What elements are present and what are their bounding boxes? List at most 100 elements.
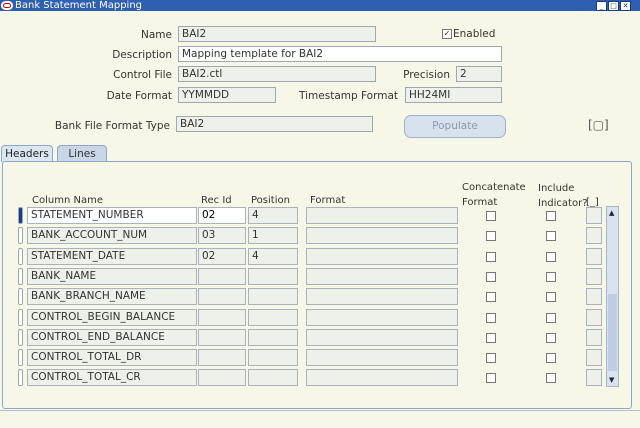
concatenate-format-checkbox[interactable] (486, 313, 496, 323)
row-selector[interactable] (18, 369, 23, 386)
rec-id-cell[interactable]: 03 (198, 227, 246, 244)
row-folder-cell[interactable] (586, 309, 602, 326)
concatenate-format-checkbox[interactable] (486, 292, 496, 302)
column-name-cell[interactable]: CONTROL_TOTAL_CR (27, 369, 197, 386)
date-format-field[interactable]: YYMMDD (178, 87, 276, 103)
name-field[interactable]: BAI2 (178, 26, 376, 42)
description-field[interactable]: Mapping template for BAI2 (178, 46, 502, 62)
format-cell[interactable] (306, 369, 458, 386)
bank-file-format-type-field[interactable]: BAI2 (176, 116, 373, 132)
oracle-icon (1, 1, 13, 10)
include-indicator-checkbox[interactable] (546, 313, 556, 323)
column-name-cell[interactable]: BANK_BRANCH_NAME (27, 288, 197, 305)
position-cell[interactable]: 4 (248, 207, 298, 224)
rec-id-cell[interactable] (198, 309, 246, 326)
scroll-up-icon[interactable]: ▲ (609, 209, 614, 217)
row-folder-cell[interactable] (586, 288, 602, 305)
row-folder-cell[interactable] (586, 369, 602, 386)
timestamp-format-field[interactable]: HH24MI (405, 87, 502, 103)
tab-lines[interactable]: Lines (57, 145, 107, 162)
close-icon[interactable]: ✕ (620, 1, 631, 11)
format-cell[interactable] (306, 227, 458, 244)
concatenate-format-checkbox[interactable] (486, 231, 496, 241)
column-name-cell[interactable]: CONTROL_TOTAL_DR (27, 349, 197, 366)
row-folder-cell[interactable] (586, 207, 602, 224)
concatenate-format-checkbox[interactable] (486, 252, 496, 262)
concatenate-format-checkbox[interactable] (486, 211, 496, 221)
column-name-cell[interactable]: CONTROL_END_BALANCE (27, 329, 197, 346)
description-label: Description (112, 49, 172, 61)
precision-field[interactable]: 2 (456, 66, 502, 82)
row-folder-cell[interactable] (586, 349, 602, 366)
rec-id-cell[interactable] (198, 329, 246, 346)
minimize-icon[interactable]: _ (596, 1, 607, 11)
row-folder-cell[interactable] (586, 329, 602, 346)
tab-headers[interactable]: Headers (1, 145, 53, 162)
include-indicator-checkbox[interactable] (546, 353, 556, 363)
position-header: Position (251, 195, 290, 206)
rec-id-cell[interactable] (198, 369, 246, 386)
enabled-checkbox[interactable]: ✓ (442, 29, 452, 39)
rec-id-cell[interactable]: 02 (198, 207, 246, 224)
concatenate-format-checkbox[interactable] (486, 373, 496, 383)
populate-button[interactable]: Populate (404, 115, 506, 138)
rec-id-cell[interactable]: 02 (198, 248, 246, 265)
scroll-thumb[interactable] (608, 294, 617, 371)
control-file-label: Control File (113, 69, 172, 81)
include-indicator-checkbox[interactable] (546, 373, 556, 383)
format-cell[interactable] (306, 268, 458, 285)
column-name-cell[interactable]: BANK_NAME (27, 268, 197, 285)
rec-id-cell[interactable] (198, 288, 246, 305)
concatenate-format-checkbox[interactable] (486, 353, 496, 363)
position-cell[interactable] (248, 288, 298, 305)
row-selector[interactable] (18, 329, 23, 346)
include-header-line2: Indicator? (538, 198, 588, 209)
column-name-cell[interactable]: STATEMENT_DATE (27, 248, 197, 265)
concatenate-format-checkbox[interactable] (486, 272, 496, 282)
window-title: Bank Statement Mapping (15, 0, 143, 11)
position-cell[interactable] (248, 329, 298, 346)
column-name-cell[interactable]: CONTROL_BEGIN_BALANCE (27, 309, 197, 326)
position-cell[interactable]: 1 (248, 227, 298, 244)
row-selector[interactable] (18, 309, 23, 326)
position-cell[interactable] (248, 349, 298, 366)
include-indicator-checkbox[interactable] (546, 231, 556, 241)
format-cell[interactable] (306, 288, 458, 305)
include-indicator-checkbox[interactable] (546, 292, 556, 302)
include-indicator-checkbox[interactable] (546, 272, 556, 282)
scroll-down-icon[interactable]: ▼ (609, 376, 614, 384)
row-selector[interactable] (18, 207, 23, 224)
row-selector[interactable] (18, 268, 23, 285)
row-selector[interactable] (18, 248, 23, 265)
format-cell[interactable] (306, 248, 458, 265)
include-indicator-checkbox[interactable] (546, 252, 556, 262)
format-cell[interactable] (306, 329, 458, 346)
position-cell[interactable] (248, 268, 298, 285)
row-folder-cell[interactable] (586, 248, 602, 265)
concatenate-format-checkbox[interactable] (486, 333, 496, 343)
bottom-divider (0, 410, 640, 411)
folder-bracket-icon[interactable]: [▢] (588, 118, 610, 134)
include-indicator-checkbox[interactable] (546, 211, 556, 221)
row-folder-cell[interactable] (586, 268, 602, 285)
format-cell[interactable] (306, 349, 458, 366)
column-name-cell[interactable]: BANK_ACCOUNT_NUM (27, 227, 197, 244)
maximize-icon[interactable]: □ (608, 1, 619, 11)
position-cell[interactable] (248, 309, 298, 326)
row-selector[interactable] (18, 288, 23, 305)
format-cell[interactable] (306, 207, 458, 224)
position-cell[interactable]: 4 (248, 248, 298, 265)
row-selector[interactable] (18, 227, 23, 244)
row-selector[interactable] (18, 349, 23, 366)
rec-id-header: Rec Id (201, 195, 232, 206)
column-name-cell[interactable]: STATEMENT_NUMBER (27, 207, 197, 224)
rec-id-cell[interactable] (198, 268, 246, 285)
rec-id-cell[interactable] (198, 349, 246, 366)
include-indicator-checkbox[interactable] (546, 333, 556, 343)
vertical-scrollbar[interactable]: ▲ ▼ (606, 206, 619, 387)
position-cell[interactable] (248, 369, 298, 386)
format-cell[interactable] (306, 309, 458, 326)
control-file-field[interactable]: BAI2.ctl (178, 66, 376, 82)
row-folder-cell[interactable] (586, 227, 602, 244)
title-bar: Bank Statement Mapping _ □ ✕ (0, 0, 640, 11)
